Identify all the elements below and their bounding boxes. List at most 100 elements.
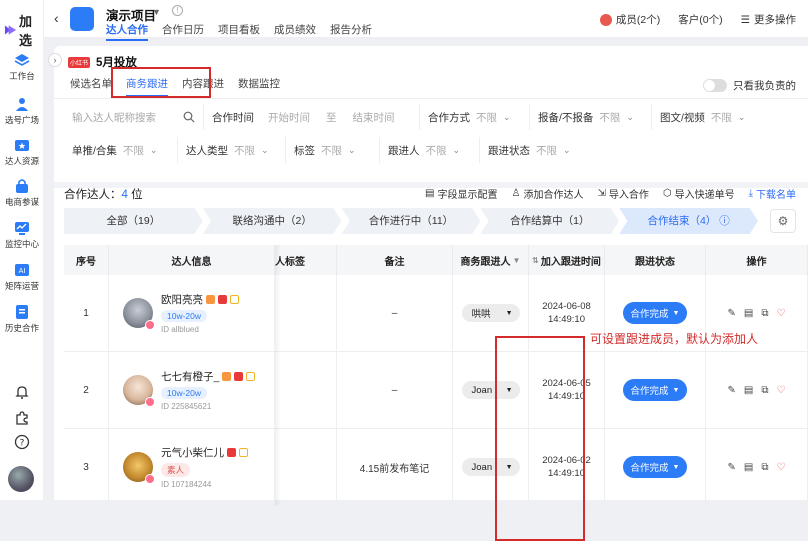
app-logo[interactable]: 加选 [4, 11, 43, 49]
info-icon[interactable]: ! [172, 5, 183, 16]
coop-mode-filter[interactable]: 合作方式 不限 ⌄ [420, 104, 530, 130]
members-label: 成员(2个) [615, 14, 661, 26]
kol-type-filter[interactable]: 达人类型 不限 ⌄ [178, 137, 286, 163]
single-collection-filter[interactable]: 单推/合集 不限 ⌄ [64, 137, 178, 163]
import-express-button[interactable]: ⬡ 导入快递单号 [663, 186, 735, 201]
chevron-down-icon: ⌄ [261, 144, 269, 155]
sidebar-item-ecommerce[interactable]: 电商参谋 [0, 178, 44, 208]
tab-candidates[interactable]: 候选名单 [70, 76, 112, 97]
sidebar-item-resources[interactable]: 达人资源 [0, 137, 44, 167]
step-in-progress[interactable]: 合作进行中（11） [341, 208, 481, 234]
kol-avatar[interactable] [123, 375, 155, 407]
tab-board[interactable]: 项目看板 [218, 22, 260, 41]
back-chevron-icon[interactable]: ‹ [54, 10, 59, 26]
copy-icon[interactable]: ⧉ [761, 462, 768, 473]
copy-icon[interactable]: ⧉ [761, 308, 768, 319]
follow-status-filter[interactable]: 跟进状态 不限 ⌄ [480, 137, 590, 163]
kol-name[interactable]: 元气小柴仁儿 [161, 445, 224, 460]
kol-info-cell[interactable]: 七七有橙子_ 10w-20w ID 225845621 [109, 352, 275, 428]
end-time[interactable]: 结束时间 [353, 110, 395, 125]
caret-down-icon[interactable]: ▼ [152, 7, 161, 17]
puzzle-icon[interactable] [14, 410, 30, 426]
sidebar-item-monitor[interactable]: 监控中心 [0, 220, 44, 250]
toggle-switch[interactable] [703, 79, 727, 92]
tab-performance[interactable]: 成员绩效 [274, 22, 316, 41]
tab-report[interactable]: 报告分析 [330, 22, 372, 41]
sidebar-item-label: 选号广场 [4, 115, 39, 125]
kol-info-cell[interactable]: 元气小柴仁儿 素人 ID 107184244 [109, 429, 275, 505]
sidebar-item-history[interactable]: 历史合作 [0, 304, 44, 334]
kol-name[interactable]: 七七有橙子_ [161, 369, 219, 384]
import-icon: ⇲ [597, 188, 606, 199]
list-icon[interactable]: ▤ [744, 308, 753, 319]
heart-icon[interactable]: ♡ [777, 462, 786, 473]
sort-icon[interactable]: ⇅ [532, 256, 539, 265]
kol-avatar[interactable] [123, 452, 155, 484]
bell-icon[interactable] [14, 384, 30, 400]
layers-icon [14, 54, 30, 66]
tag-label: 标签 [294, 144, 315, 157]
help-icon: ⓘ [719, 215, 730, 227]
add-kol-button[interactable]: ♙ 添加合作达人 [511, 186, 583, 201]
members-button[interactable]: 成员(2个) [599, 12, 661, 27]
sidebar-item-workbench[interactable]: 工作台 [0, 52, 44, 82]
status-select[interactable]: 合作完成 ▼ [622, 456, 688, 478]
edit-icon[interactable]: ✎ [728, 308, 736, 319]
user-avatar[interactable] [8, 466, 34, 492]
step-all[interactable]: 全部（19） [64, 208, 203, 234]
tab-calendar[interactable]: 合作日历 [162, 22, 204, 41]
chevron-down-icon: ⌄ [452, 144, 461, 155]
status-select[interactable]: 合作完成 ▼ [622, 302, 688, 324]
follower-value: Joan [471, 461, 493, 473]
ops-cell: ✎ ▤ ⧉ ♡ [706, 429, 808, 505]
more-label: 更多操作 [754, 14, 796, 26]
kol-avatar[interactable] [123, 298, 155, 330]
search-input[interactable]: 输入达人昵称搜索 [64, 104, 204, 130]
content-type-label: 图文/视频 [660, 111, 705, 124]
note-cell[interactable]: – [337, 275, 453, 351]
app-name: 加选 [18, 14, 32, 48]
download-list-button[interactable]: ⤓ 下载名单 [749, 186, 796, 201]
heart-icon[interactable]: ♡ [777, 308, 786, 319]
sidebar-item-square[interactable]: 选号广场 [0, 96, 44, 126]
start-time[interactable]: 开始时间 [268, 110, 310, 125]
tab-data-monitor[interactable]: 数据监控 [238, 76, 280, 97]
sidebar-item-matrix[interactable]: AI 矩阵运营 [0, 262, 44, 292]
expand-chevron-icon[interactable]: › [48, 53, 62, 67]
import-coop-button[interactable]: ⇲ 导入合作 [597, 186, 648, 201]
content-type-filter[interactable]: 图文/视频 不限 ⌄ [652, 104, 762, 130]
more-actions-button[interactable]: ☰ 更多操作 [741, 12, 796, 27]
coop-time-filter[interactable]: 合作时间 开始时间 至 结束时间 [204, 104, 420, 130]
list-icon[interactable]: ▤ [744, 462, 753, 473]
gear-icon[interactable]: ⚙ [770, 209, 796, 233]
follower-filter[interactable]: 跟进人 不限 ⌄ [380, 137, 480, 163]
follower-select[interactable]: 哄哄 ▼ [461, 304, 520, 322]
status-select[interactable]: 合作完成 ▼ [622, 379, 688, 401]
topbar: ‹ 演示项目 ▼ ! 达人合作 合作日历 项目看板 成员绩效 报告分析 成员(2… [44, 0, 808, 41]
note-cell[interactable]: 4.15前发布笔记 [337, 429, 453, 505]
platform-icon [218, 295, 227, 304]
copy-icon[interactable]: ⧉ [761, 385, 768, 396]
clients-button[interactable]: 客户(0个) [678, 12, 722, 27]
kol-name[interactable]: 欧阳亮亮 [161, 292, 203, 307]
sidebar-item-label: 矩阵运营 [4, 281, 39, 291]
kol-info-cell[interactable]: 欧阳亮亮 10w-20w ID allblued [109, 275, 275, 351]
help-icon[interactable]: ? [14, 434, 30, 450]
report-filter[interactable]: 报备/不报备 不限 ⌄ [530, 104, 652, 130]
step-contacting[interactable]: 联络沟通中（2） [202, 208, 342, 234]
step-finished[interactable]: 合作结束（4） ⓘ [619, 208, 758, 234]
tag-filter[interactable]: 标签 不限 ⌄ [286, 137, 380, 163]
filter-icon[interactable]: ▼ [513, 256, 521, 265]
note-cell[interactable]: – [337, 352, 453, 428]
field-config-button[interactable]: ▤ 字段显示配置 [425, 186, 497, 201]
list-actions: ▤ 字段显示配置 ♙ 添加合作达人 ⇲ 导入合作 ⬡ 导入快递单号 ⤓ 下载名单 [425, 186, 796, 201]
tab-kol-cooperation[interactable]: 达人合作 [106, 22, 148, 41]
step-settling[interactable]: 合作结算中（1） [480, 208, 620, 234]
verified-badge [145, 397, 155, 407]
edit-icon[interactable]: ✎ [728, 462, 736, 473]
list-icon[interactable]: ▤ [744, 385, 753, 396]
col-join-time-label: 加入跟进时间 [540, 256, 601, 268]
heart-icon[interactable]: ♡ [777, 385, 786, 396]
only-mine-toggle[interactable]: 只看我负责的 [703, 78, 796, 93]
edit-icon[interactable]: ✎ [728, 385, 736, 396]
